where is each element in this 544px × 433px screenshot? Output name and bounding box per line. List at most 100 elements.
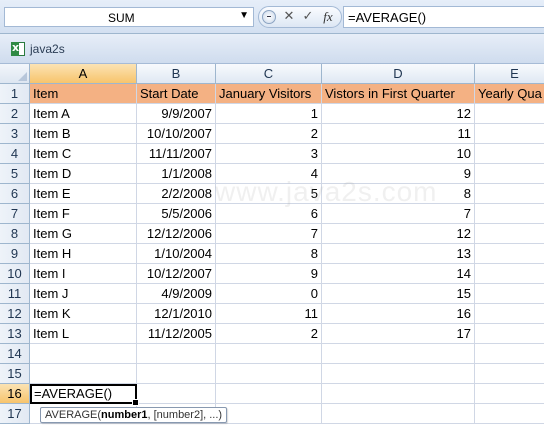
cell-b6[interactable]: 2/2/2008 <box>137 184 216 204</box>
row-header-6[interactable]: 6 <box>0 184 30 204</box>
cell-a5[interactable]: Item D <box>30 164 137 184</box>
cell-e5[interactable] <box>475 164 544 184</box>
cell-a14[interactable] <box>30 344 137 364</box>
cell-d1[interactable]: Vistors in First Quarter <box>322 84 475 104</box>
cell-c7[interactable]: 6 <box>216 204 322 224</box>
cell-e9[interactable] <box>475 244 544 264</box>
column-header-b[interactable]: B <box>137 64 216 84</box>
formula-input[interactable]: =AVERAGE() <box>343 6 544 28</box>
cell-b16[interactable] <box>137 384 216 404</box>
cell-d17[interactable] <box>322 404 475 424</box>
cell-e12[interactable] <box>475 304 544 324</box>
cell-a10[interactable]: Item I <box>30 264 137 284</box>
row-header-11[interactable]: 11 <box>0 284 30 304</box>
row-header-17[interactable]: 17 <box>0 404 30 424</box>
cell-b5[interactable]: 1/1/2008 <box>137 164 216 184</box>
cell-c3[interactable]: 2 <box>216 124 322 144</box>
cell-a15[interactable] <box>30 364 137 384</box>
expand-circle-icon[interactable] <box>262 10 276 24</box>
column-header-d[interactable]: D <box>322 64 475 84</box>
cell-b2[interactable]: 9/9/2007 <box>137 104 216 124</box>
row-header-5[interactable]: 5 <box>0 164 30 184</box>
row-header-7[interactable]: 7 <box>0 204 30 224</box>
cell-b14[interactable] <box>137 344 216 364</box>
cell-c1[interactable]: January Visitors <box>216 84 322 104</box>
cell-e16[interactable] <box>475 384 544 404</box>
column-header-a[interactable]: A <box>30 64 137 84</box>
cell-e15[interactable] <box>475 364 544 384</box>
cell-d9[interactable]: 13 <box>322 244 475 264</box>
cell-c4[interactable]: 3 <box>216 144 322 164</box>
active-cell-a16[interactable]: =AVERAGE() <box>30 384 139 406</box>
cell-e11[interactable] <box>475 284 544 304</box>
cell-a13[interactable]: Item L <box>30 324 137 344</box>
cell-e17[interactable] <box>475 404 544 424</box>
cell-c11[interactable]: 0 <box>216 284 322 304</box>
cell-c13[interactable]: 2 <box>216 324 322 344</box>
cell-c14[interactable] <box>216 344 322 364</box>
cell-a9[interactable]: Item H <box>30 244 137 264</box>
cell-b15[interactable] <box>137 364 216 384</box>
tooltip-arg-number1[interactable]: number1 <box>101 409 147 421</box>
row-header-10[interactable]: 10 <box>0 264 30 284</box>
cell-d16[interactable] <box>322 384 475 404</box>
cell-b10[interactable]: 10/12/2007 <box>137 264 216 284</box>
cell-d10[interactable]: 14 <box>322 264 475 284</box>
cell-a3[interactable]: Item B <box>30 124 137 144</box>
cell-c16[interactable] <box>216 384 322 404</box>
cell-b11[interactable]: 4/9/2009 <box>137 284 216 304</box>
cell-c2[interactable]: 1 <box>216 104 322 124</box>
enter-check-icon[interactable]: ✓ <box>299 9 317 25</box>
cell-c10[interactable]: 9 <box>216 264 322 284</box>
cell-b3[interactable]: 10/10/2007 <box>137 124 216 144</box>
cell-e14[interactable] <box>475 344 544 364</box>
row-header-15[interactable]: 15 <box>0 364 30 384</box>
cell-c8[interactable]: 7 <box>216 224 322 244</box>
cell-d15[interactable] <box>322 364 475 384</box>
row-header-14[interactable]: 14 <box>0 344 30 364</box>
cell-d8[interactable]: 12 <box>322 224 475 244</box>
cancel-icon[interactable]: ✕ <box>280 9 298 25</box>
row-header-9[interactable]: 9 <box>0 244 30 264</box>
cell-a11[interactable]: Item J <box>30 284 137 304</box>
cell-a1[interactable]: Item <box>30 84 137 104</box>
cell-b4[interactable]: 11/11/2007 <box>137 144 216 164</box>
cell-e10[interactable] <box>475 264 544 284</box>
cell-e3[interactable] <box>475 124 544 144</box>
cell-e8[interactable] <box>475 224 544 244</box>
cell-c6[interactable]: 5 <box>216 184 322 204</box>
cell-d2[interactable]: 12 <box>322 104 475 124</box>
cell-b9[interactable]: 1/10/2004 <box>137 244 216 264</box>
cell-e2[interactable] <box>475 104 544 124</box>
cell-d11[interactable]: 15 <box>322 284 475 304</box>
cell-d5[interactable]: 9 <box>322 164 475 184</box>
cell-c9[interactable]: 8 <box>216 244 322 264</box>
cell-d6[interactable]: 8 <box>322 184 475 204</box>
select-all-corner[interactable] <box>0 64 30 84</box>
cell-b12[interactable]: 12/1/2010 <box>137 304 216 324</box>
cell-e7[interactable] <box>475 204 544 224</box>
cell-d13[interactable]: 17 <box>322 324 475 344</box>
name-box[interactable]: SUM ▼ <box>4 7 254 27</box>
row-header-3[interactable]: 3 <box>0 124 30 144</box>
cell-a2[interactable]: Item A <box>30 104 137 124</box>
cell-a6[interactable]: Item E <box>30 184 137 204</box>
cell-d7[interactable]: 7 <box>322 204 475 224</box>
cell-a12[interactable]: Item K <box>30 304 137 324</box>
chevron-down-icon[interactable]: ▼ <box>239 10 249 21</box>
cell-a4[interactable]: Item C <box>30 144 137 164</box>
insert-function-icon[interactable]: fx <box>319 9 337 25</box>
cell-b1[interactable]: Start Date <box>137 84 216 104</box>
row-header-13[interactable]: 13 <box>0 324 30 344</box>
row-header-2[interactable]: 2 <box>0 104 30 124</box>
cell-d14[interactable] <box>322 344 475 364</box>
row-header-1[interactable]: 1 <box>0 84 30 104</box>
cell-d4[interactable]: 10 <box>322 144 475 164</box>
cell-b13[interactable]: 11/12/2005 <box>137 324 216 344</box>
cell-a7[interactable]: Item F <box>30 204 137 224</box>
cell-e13[interactable] <box>475 324 544 344</box>
row-header-12[interactable]: 12 <box>0 304 30 324</box>
cell-c17[interactable] <box>216 404 322 424</box>
cell-c15[interactable] <box>216 364 322 384</box>
cell-d3[interactable]: 11 <box>322 124 475 144</box>
